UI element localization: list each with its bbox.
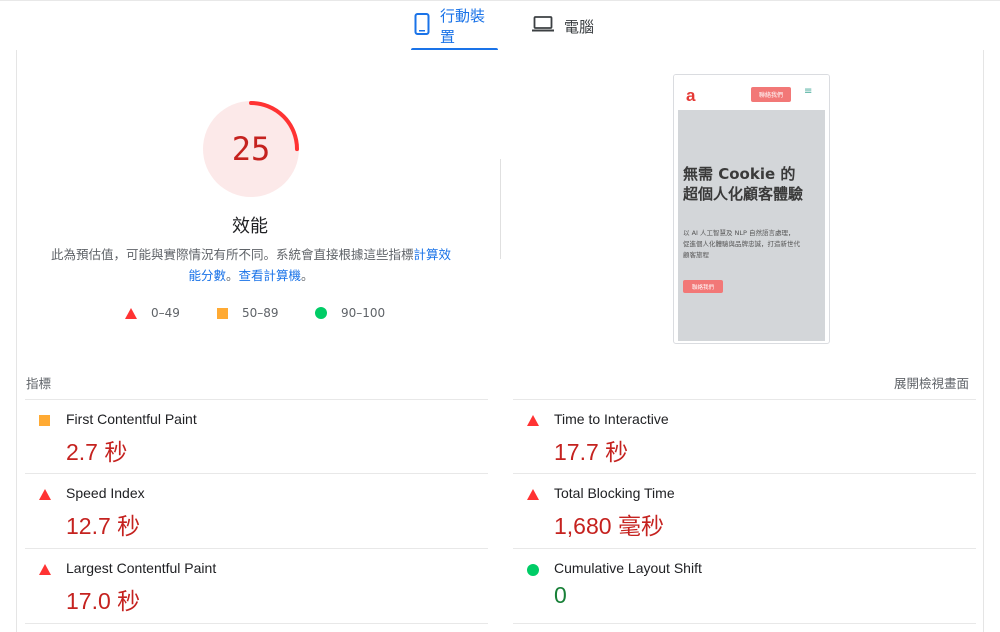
performance-score: 25 <box>231 130 271 168</box>
metric-value: 17.7 秒 <box>554 439 629 465</box>
description-end: 。 <box>301 268 314 283</box>
legend-average: 50–89 <box>217 304 279 322</box>
metric-name: Largest Contentful Paint <box>66 560 217 576</box>
view-calculator-link[interactable]: 查看計算機 <box>239 268 302 283</box>
square-icon <box>217 307 228 319</box>
device-tabbar: 行動裝置 電腦 <box>0 0 1000 51</box>
metric-first-contentful-paint: First Contentful Paint 2.7 秒 <box>25 399 488 474</box>
metric-name: Time to Interactive <box>554 411 669 427</box>
triangle-icon <box>527 415 539 426</box>
expand-view-toggle[interactable]: 展開檢視畫面 <box>880 373 969 392</box>
square-icon <box>39 415 50 426</box>
metric-value: 1,680 毫秒 <box>554 513 664 539</box>
circle-icon <box>315 307 327 319</box>
hamburger-icon: ≡ <box>804 86 813 97</box>
legend-pass: 90–100 <box>315 304 385 322</box>
metric-name: Total Blocking Time <box>554 485 675 501</box>
metric-largest-contentful-paint: Largest Contentful Paint 17.0 秒 <box>25 548 488 623</box>
metric-value: 12.7 秒 <box>66 513 141 539</box>
metric-value: 0 <box>554 582 567 608</box>
metric-cumulative-layout-shift: Cumulative Layout Shift 0 <box>513 548 976 623</box>
page-screenshot: a 聯絡我們 ≡ 無需 Cookie 的超個人化顧客體驗 以 AI 人工智慧及 … <box>673 74 830 344</box>
metric-value: 2.7 秒 <box>66 439 128 465</box>
triangle-icon <box>39 564 51 575</box>
triangle-icon <box>527 489 539 500</box>
metric-value: 17.0 秒 <box>66 588 141 614</box>
laptop-icon <box>532 16 554 36</box>
metric-name: First Contentful Paint <box>66 411 197 427</box>
screenshot-contact-button: 聯絡我們 <box>751 87 791 102</box>
smartphone-icon <box>414 13 430 39</box>
tab-desktop[interactable]: 電腦 <box>532 1 602 51</box>
screenshot-hero: 無需 Cookie 的超個人化顧客體驗 以 AI 人工智慧及 NLP 自然語言處… <box>678 110 825 341</box>
screenshot-hero-title: 無需 Cookie 的超個人化顧客體驗 <box>683 165 804 203</box>
metric-name: Speed Index <box>66 485 145 501</box>
brand-logo: a <box>686 86 696 105</box>
metric-speed-index: Speed Index 12.7 秒 <box>25 473 488 548</box>
screenshot-header: a 聯絡我們 ≡ <box>674 75 829 110</box>
section-divider <box>500 159 501 259</box>
performance-gauge: 25 <box>201 99 301 199</box>
metrics-bottom-divider <box>513 623 976 624</box>
description-separator: 。 <box>225 268 239 283</box>
metric-name: Cumulative Layout Shift <box>554 560 702 576</box>
metric-time-to-interactive: Time to Interactive 17.7 秒 <box>513 399 976 474</box>
tab-mobile[interactable]: 行動裝置 <box>412 1 498 51</box>
triangle-icon <box>125 307 137 319</box>
legend-fail-label: 0–49 <box>151 306 180 320</box>
legend-fail: 0–49 <box>125 304 180 322</box>
triangle-icon <box>39 489 51 500</box>
legend-average-label: 50–89 <box>242 306 279 320</box>
screenshot-hero-body: 以 AI 人工智慧及 NLP 自然語言處理，促進個人化體驗與品牌忠誠，打造新世代… <box>683 229 800 259</box>
tab-desktop-label: 電腦 <box>564 17 595 36</box>
metric-total-blocking-time: Total Blocking Time 1,680 毫秒 <box>513 473 976 548</box>
legend-pass-label: 90–100 <box>341 306 386 320</box>
tab-mobile-label: 行動裝置 <box>440 7 486 46</box>
metrics-section-title: 指標 <box>26 376 52 391</box>
screenshot-hero-button: 聯絡我們 <box>683 280 723 293</box>
metrics-bottom-divider <box>25 623 488 624</box>
performance-description: 此為預估值，可能與實際情況有所不同。系統會直接根據這些指標計算效能分數。查看計算… <box>46 244 456 286</box>
description-text: 此為預估值，可能與實際情況有所不同。系統會直接根據這些指標 <box>50 247 414 262</box>
circle-icon <box>527 564 539 576</box>
performance-title: 效能 <box>232 216 268 237</box>
